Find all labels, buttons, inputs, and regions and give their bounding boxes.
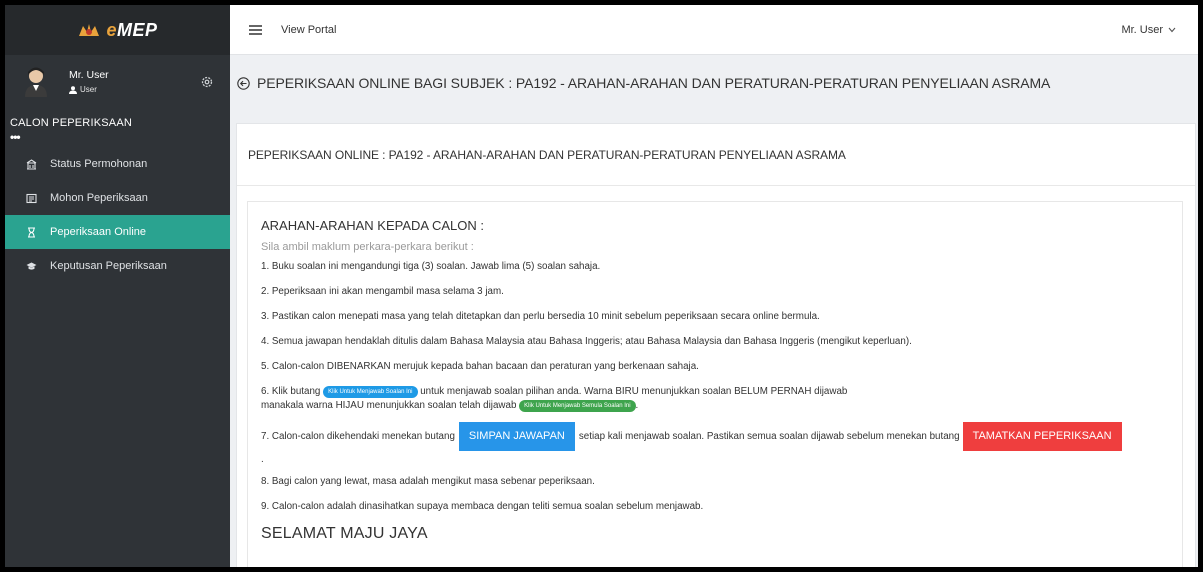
rule-7-text: setiap kali menjawab soalan. Pastikan se… xyxy=(578,430,960,442)
rule-5: 5. Calon-calon DIBENARKAN merujuk kepada… xyxy=(261,361,699,372)
rule-6: 6. Klik butang Klik Untuk Menjawab Soala… xyxy=(261,385,1169,413)
hamburger-icon[interactable] xyxy=(249,24,262,35)
instructions-panel: ARAHAN-ARAHAN KEPADA CALON : Sila ambil … xyxy=(247,201,1183,567)
instructions-title: ARAHAN-ARAHAN KEPADA CALON : xyxy=(261,218,484,233)
rule-7-text: 7. Calon-calon dikehendaki menekan butan… xyxy=(261,430,455,442)
brand-name: eMEP xyxy=(106,19,158,40)
user-panel: Mr. User User xyxy=(5,55,230,115)
user-menu-label: Mr. User xyxy=(1121,24,1163,36)
gear-icon[interactable] xyxy=(200,75,214,89)
rule-9: 9. Calon-calon adalah dinasihatkan supay… xyxy=(261,501,704,512)
sidebar: eMEP Mr. User User CALON PEPERIKSAAN •••… xyxy=(5,5,230,567)
rule-4: 4. Semua jawapan hendaklah ditulis dalam… xyxy=(261,336,912,347)
sidebar-section-dots: ••• xyxy=(10,130,21,144)
user-role-label: User xyxy=(80,85,97,94)
crest-icon xyxy=(79,24,100,36)
back-arrow-icon[interactable] xyxy=(237,76,250,90)
rule-7-dot: . xyxy=(261,454,264,465)
building-icon xyxy=(26,158,37,170)
finish-exam-button[interactable]: TAMATKAN PEPERIKSAAN xyxy=(962,422,1122,451)
rule-6-text: manakala warna HIJAU menunjukkan soalan … xyxy=(261,400,517,411)
rule-6-text: . xyxy=(635,400,639,411)
rule-6-text: 6. Klik butang xyxy=(261,386,321,397)
brand[interactable]: eMEP xyxy=(5,5,230,55)
sidebar-section-header: CALON PEPERIKSAAN xyxy=(10,117,132,129)
user-icon xyxy=(69,85,77,94)
save-answer-button[interactable]: SIMPAN JAWAPAN xyxy=(458,422,575,451)
page-title: PEPERIKSAAN ONLINE BAGI SUBJEK : PA192 -… xyxy=(257,75,1051,91)
topbar: View Portal Mr. User xyxy=(230,5,1198,55)
rule-6-text: untuk menjawab soalan pilihan anda. Warn… xyxy=(420,386,848,397)
card-header: PEPERIKSAAN ONLINE : PA192 - ARAHAN-ARAH… xyxy=(237,124,1195,186)
edit-icon xyxy=(26,193,37,203)
app-frame: eMEP Mr. User User CALON PEPERIKSAAN •••… xyxy=(5,5,1198,567)
page-header: PEPERIKSAAN ONLINE BAGI SUBJEK : PA192 -… xyxy=(237,75,1050,91)
sidebar-item-label: Keputusan Peperiksaan xyxy=(50,260,167,272)
closing-message: SELAMAT MAJU JAYA xyxy=(261,525,428,542)
user-name: Mr. User xyxy=(69,69,109,81)
rule-2: 2. Peperiksaan ini akan mengambil masa s… xyxy=(261,286,504,297)
sidebar-item-keputusan-peperiksaan[interactable]: Keputusan Peperiksaan xyxy=(5,249,230,283)
sidebar-item-label: Peperiksaan Online xyxy=(50,226,147,238)
hourglass-icon xyxy=(28,226,35,238)
graduation-cap-icon xyxy=(26,262,37,270)
rule-3: 3. Pastikan calon menepati masa yang tel… xyxy=(261,311,820,322)
sidebar-item-label: Status Permohonan xyxy=(50,158,148,170)
exam-card: PEPERIKSAAN ONLINE : PA192 - ARAHAN-ARAH… xyxy=(236,123,1196,567)
answer-question-badge[interactable]: Klik Untuk Menjawab Soalan Ini xyxy=(323,386,418,398)
reanswer-question-badge[interactable]: Klik Untuk Menjawab Semula Soalan Ini xyxy=(519,400,636,412)
view-portal-link[interactable]: View Portal xyxy=(281,24,336,36)
instructions-intro: Sila ambil maklum perkara-perkara beriku… xyxy=(261,241,474,253)
user-role: User xyxy=(69,85,97,94)
rule-8: 8. Bagi calon yang lewat, masa adalah me… xyxy=(261,476,595,487)
chevron-down-icon xyxy=(1168,27,1176,33)
rule-7: 7. Calon-calon dikehendaki menekan butan… xyxy=(261,422,1169,451)
user-menu[interactable]: Mr. User xyxy=(1121,24,1176,36)
rule-1: 1. Buku soalan ini mengandungi tiga (3) … xyxy=(261,261,601,272)
avatar xyxy=(25,67,47,97)
sidebar-item-peperiksaan-online[interactable]: Peperiksaan Online xyxy=(5,215,230,249)
sidebar-item-mohon-peperiksaan[interactable]: Mohon Peperiksaan xyxy=(5,181,230,215)
sidebar-item-status-permohonan[interactable]: Status Permohonan xyxy=(5,147,230,181)
sidebar-item-label: Mohon Peperiksaan xyxy=(50,192,148,204)
sidebar-nav: Status Permohonan Mohon Peperiksaan Pepe… xyxy=(5,147,230,283)
